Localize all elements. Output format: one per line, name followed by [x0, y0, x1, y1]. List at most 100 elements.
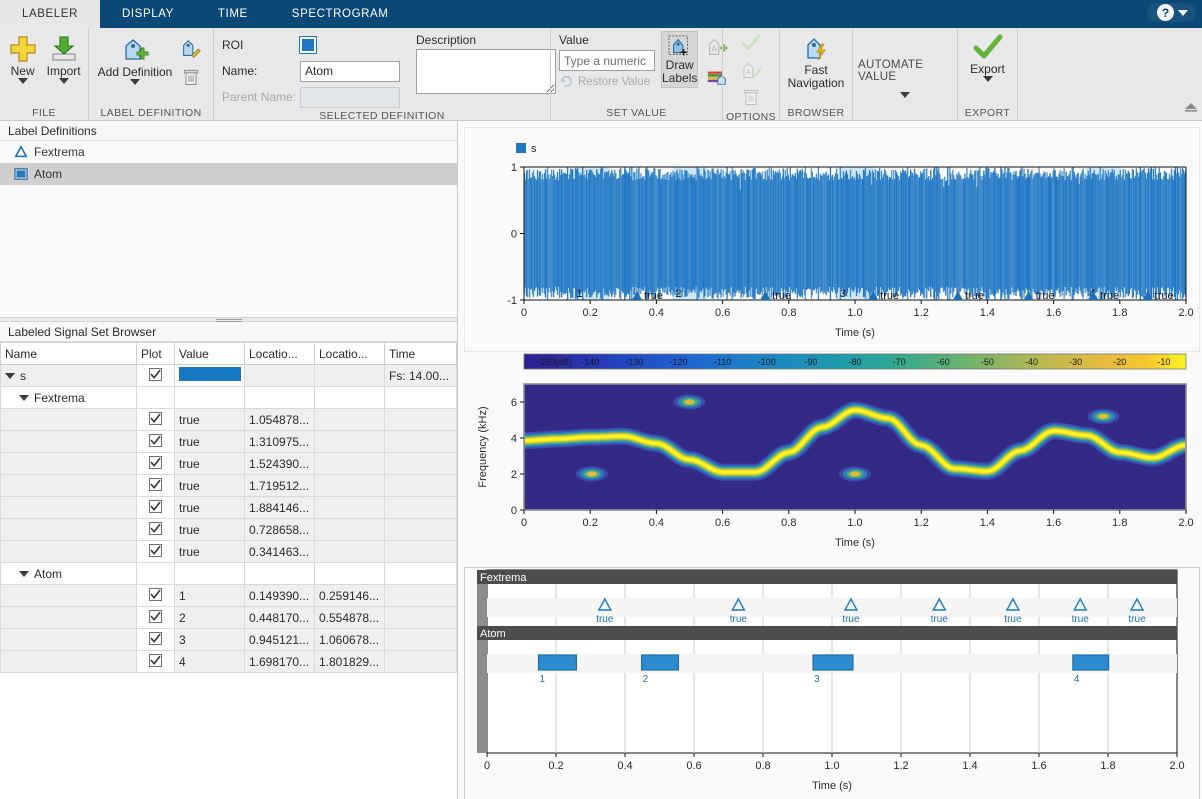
export-caret-icon[interactable]	[983, 76, 993, 82]
collapse-ribbon-button[interactable]	[1184, 100, 1198, 118]
table-row[interactable]: Fextrema	[1, 387, 457, 409]
accept-button[interactable]	[738, 30, 764, 56]
tab-time[interactable]: TIME	[196, 0, 270, 28]
cell-loc2: 0.259146...	[315, 585, 385, 607]
x-tick-label: 0.6	[715, 517, 730, 529]
plot-checkbox[interactable]	[149, 610, 162, 623]
value-input[interactable]	[559, 50, 655, 71]
plot-checkbox[interactable]	[149, 588, 162, 601]
table-row[interactable]: true0.728658...	[1, 519, 457, 541]
spectrogram-plot[interactable]: -150-140-130-120-110-100-90-80-70-60-50-…	[464, 352, 1200, 567]
x-tick-label: 0	[484, 760, 490, 772]
table-row[interactable]: sFs: 14.00...	[1, 365, 457, 387]
auto-accept-button[interactable]: A	[738, 57, 764, 83]
table-row[interactable]: true1.310975...	[1, 431, 457, 453]
cell-plot[interactable]	[137, 409, 175, 431]
tab-spectrogram[interactable]: SPECTROGRAM	[270, 0, 411, 28]
options-trash-button[interactable]	[738, 84, 764, 110]
cell-plot[interactable]	[137, 563, 175, 585]
cell-plot[interactable]	[137, 607, 175, 629]
new-dropdown-caret-icon[interactable]	[18, 78, 28, 84]
automate-value-caret-icon[interactable]	[900, 92, 910, 98]
table-column-header[interactable]: Time	[385, 343, 457, 365]
track-roi-bar[interactable]	[813, 655, 853, 670]
tab-labeler[interactable]: LABELER	[0, 0, 100, 28]
fast-navigation-button[interactable]: Fast Navigation	[785, 32, 847, 89]
track-roi-bar[interactable]	[1073, 655, 1109, 670]
import-button[interactable]: Import	[44, 31, 83, 84]
cell-loc1: 1.054878...	[245, 409, 315, 431]
chevron-down-icon[interactable]	[1178, 10, 1188, 16]
cell-time	[385, 519, 457, 541]
cell-plot[interactable]	[137, 519, 175, 541]
table-row[interactable]: true1.054878...	[1, 409, 457, 431]
table-column-header[interactable]: Locatio...	[315, 343, 385, 365]
cell-plot[interactable]	[137, 387, 175, 409]
signal-plot[interactable]: s1234truetruetruetruetruetruetrue-10100.…	[464, 127, 1200, 352]
add-definition-caret-icon[interactable]	[130, 79, 140, 85]
table-row[interactable]: 41.698170...1.801829...	[1, 651, 457, 673]
x-tick-label: 1.4	[962, 760, 977, 772]
new-button[interactable]: New	[5, 31, 40, 84]
table-row[interactable]: true1.524390...	[1, 453, 457, 475]
cell-plot[interactable]	[137, 365, 175, 387]
table-row[interactable]: 10.149390...0.259146...	[1, 585, 457, 607]
cell-plot[interactable]	[137, 651, 175, 673]
plot-checkbox[interactable]	[149, 456, 162, 469]
track-roi-bar[interactable]	[642, 655, 679, 670]
delete-definition-button[interactable]	[178, 64, 204, 90]
add-definition-button[interactable]: Add Definition	[94, 34, 176, 85]
ribbon-group-browser: Fast Navigation BROWSER	[779, 28, 852, 121]
help-icon[interactable]: ?	[1157, 4, 1174, 21]
track-header-atom[interactable]	[477, 626, 1177, 640]
description-textarea[interactable]	[416, 49, 556, 94]
tab-display[interactable]: DISPLAY	[100, 0, 196, 28]
table-column-header[interactable]: Locatio...	[245, 343, 315, 365]
table-row[interactable]: Atom	[1, 563, 457, 585]
tree-toggle[interactable]	[19, 395, 29, 401]
table-column-header[interactable]: Name	[1, 343, 137, 365]
signal-color-swatch[interactable]	[179, 367, 241, 381]
label-tracks[interactable]: FextrematruetruetruetruetruetruetrueAtom…	[465, 568, 1199, 796]
definition-name-input[interactable]	[300, 61, 400, 82]
cell-plot[interactable]	[137, 453, 175, 475]
cell-plot[interactable]	[137, 629, 175, 651]
plot-checkbox[interactable]	[149, 654, 162, 667]
edit-definition-button[interactable]	[178, 36, 204, 62]
cell-plot[interactable]	[137, 541, 175, 563]
plot-checkbox[interactable]	[149, 632, 162, 645]
cell-plot[interactable]	[137, 475, 175, 497]
plot-checkbox[interactable]	[149, 412, 162, 425]
cell-value: true	[175, 475, 245, 497]
label-definition-row-atom[interactable]: Atom	[0, 163, 457, 185]
plot-checkbox[interactable]	[149, 544, 162, 557]
plot-checkbox[interactable]	[149, 522, 162, 535]
x-tick-label: 1.2	[914, 517, 929, 529]
table-column-header[interactable]: Plot	[137, 343, 175, 365]
table-column-header[interactable]: Value	[175, 343, 245, 365]
draw-labels-button[interactable]: Draw Labels	[661, 31, 698, 88]
table-row[interactable]: 20.448170...0.554878...	[1, 607, 457, 629]
label-definition-row-fextrema[interactable]: Fextrema	[0, 141, 457, 163]
cell-plot[interactable]	[137, 585, 175, 607]
table-row[interactable]: 30.945121...1.060678...	[1, 629, 457, 651]
point-label-value: true	[880, 290, 899, 302]
import-dropdown-caret-icon[interactable]	[59, 78, 69, 84]
track-roi-bar[interactable]	[539, 655, 577, 670]
table-row[interactable]: true1.884146...	[1, 497, 457, 519]
cell-plot[interactable]	[137, 431, 175, 453]
table-row[interactable]: true0.341463...	[1, 541, 457, 563]
plot-checkbox[interactable]	[149, 478, 162, 491]
export-button[interactable]: Export	[963, 31, 1012, 82]
plot-checkbox[interactable]	[149, 500, 162, 513]
cell-plot[interactable]	[137, 497, 175, 519]
table-row[interactable]: true1.719512...	[1, 475, 457, 497]
track-roi-label: 4	[1074, 674, 1080, 685]
tree-toggle[interactable]	[5, 373, 15, 379]
roi-color-swatch[interactable]	[300, 37, 316, 53]
tree-toggle[interactable]	[19, 571, 29, 577]
track-header-fextrema[interactable]	[477, 570, 1177, 584]
plot-checkbox[interactable]	[149, 368, 162, 381]
plot-checkbox[interactable]	[149, 434, 162, 447]
help-button-group[interactable]: ?	[1147, 3, 1196, 22]
